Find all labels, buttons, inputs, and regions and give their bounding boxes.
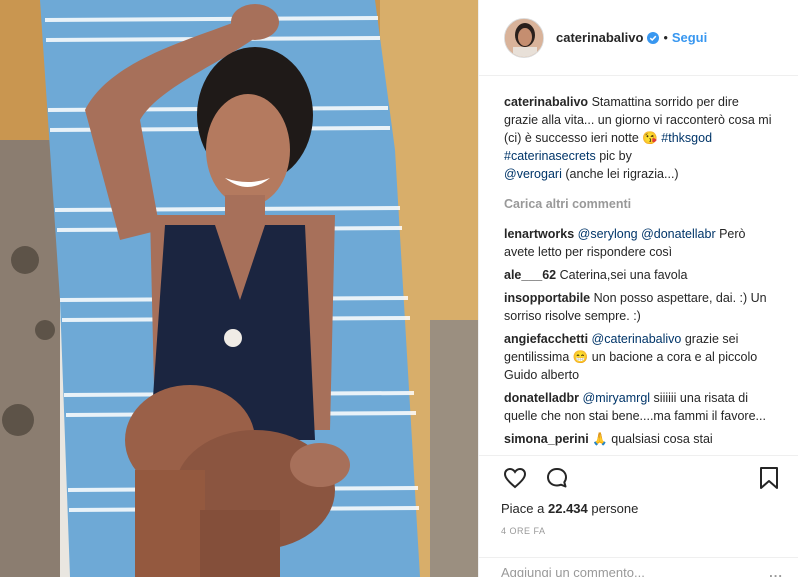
caption-pic-by: pic by	[599, 149, 632, 163]
comment-text: 🙏 qualsiasi cosa stai	[592, 432, 713, 446]
header-separator: •	[663, 30, 668, 45]
comment-input[interactable]	[501, 565, 761, 577]
comment-icon	[547, 468, 567, 488]
add-comment-bar: ...	[479, 557, 798, 577]
comment-username[interactable]: angiefacchetti	[504, 332, 588, 346]
save-button[interactable]	[755, 464, 783, 492]
hashtag-link[interactable]: #caterinasecrets	[504, 149, 596, 163]
post-caption: caterinabalivo Stamattina sorrido per di…	[504, 93, 775, 183]
like-button[interactable]	[501, 464, 529, 492]
bookmark-icon	[760, 467, 778, 489]
more-options-icon[interactable]: ...	[769, 565, 783, 577]
comment-item: angiefacchetti @caterinabalivo grazie se…	[504, 330, 775, 384]
comment-item: lenartworks @serylong @donatellabr Però …	[504, 225, 775, 261]
comment-username[interactable]: simona_perini	[504, 432, 589, 446]
comment-item: insopportabile Non posso aspettare, dai.…	[504, 289, 775, 325]
comments-list[interactable]: caterinabalivo Stamattina sorrido per di…	[479, 77, 798, 455]
likes-count[interactable]: Piace a 22.434 persone	[501, 500, 783, 518]
post-side-panel: caterinabalivo • Segui caterinabalivo St…	[478, 0, 798, 577]
comment-item: ale___62 Caterina,sei una favola	[504, 266, 775, 284]
comment-username[interactable]: ale___62	[504, 268, 556, 282]
verified-badge-icon	[647, 31, 660, 44]
comment-username[interactable]: donatelladbr	[504, 391, 579, 405]
caption-username[interactable]: caterinabalivo	[504, 95, 588, 109]
comment-item: simona_perini 🙏 qualsiasi cosa stai	[504, 430, 775, 448]
heart-icon	[503, 467, 527, 489]
post-actions: Piace a 22.434 persone 4 ORE FA	[479, 455, 798, 536]
action-icons	[501, 456, 783, 500]
hashtag-link[interactable]: #thksgod	[661, 131, 712, 145]
comment-text: Caterina,sei una favola	[559, 268, 688, 282]
post-photo[interactable]	[0, 0, 478, 577]
post-header: caterinabalivo • Segui	[479, 0, 798, 76]
likes-number: 22.434	[548, 501, 588, 516]
post-image	[0, 0, 478, 577]
likes-prefix: Piace a	[501, 501, 545, 516]
avatar[interactable]	[504, 17, 544, 58]
caption-tail: (anche lei rigrazia...)	[565, 167, 679, 181]
likes-suffix: persone	[591, 501, 639, 516]
avatar-image	[505, 18, 543, 57]
comment-username[interactable]: insopportabile	[504, 291, 590, 305]
comment-button[interactable]	[543, 464, 571, 492]
mention-link[interactable]: @verogari	[504, 167, 562, 181]
comment-mentions[interactable]: @miryamrgl	[583, 391, 651, 405]
comment-username[interactable]: lenartworks	[504, 227, 574, 241]
comment-item: donatelladbr @miryamrgl siiiiii una risa…	[504, 389, 775, 425]
follow-button[interactable]: Segui	[672, 30, 707, 45]
comment-mentions[interactable]: @caterinabalivo	[592, 332, 682, 346]
load-more-comments-button[interactable]: Carica altri commenti	[504, 195, 775, 213]
header-username[interactable]: caterinabalivo	[556, 30, 643, 45]
post-timestamp[interactable]: 4 ORE FA	[501, 526, 783, 536]
comment-mentions[interactable]: @serylong @donatellabr	[578, 227, 716, 241]
